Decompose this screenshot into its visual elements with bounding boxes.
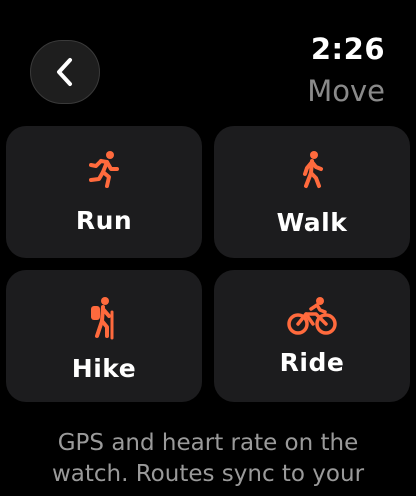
walking-figure-icon bbox=[303, 151, 323, 188]
back-button[interactable] bbox=[30, 40, 100, 104]
page-title: Move bbox=[307, 74, 385, 108]
cycling-figure-icon bbox=[287, 297, 337, 335]
tile-label: Hike bbox=[71, 354, 137, 383]
tile-label: Walk bbox=[276, 208, 348, 237]
description-text: GPS and heart rate on the watch. Routes … bbox=[0, 428, 416, 490]
chevron-left-icon bbox=[57, 58, 72, 86]
tile-label: Run bbox=[75, 206, 133, 235]
run-tile[interactable]: Run bbox=[6, 126, 202, 258]
hiking-figure-icon bbox=[91, 297, 114, 340]
clock-time: 2:26 bbox=[310, 32, 385, 66]
walk-tile[interactable]: Walk bbox=[214, 126, 410, 258]
ride-tile[interactable]: Ride bbox=[214, 270, 410, 402]
description-line: watch. Routes sync to your bbox=[51, 461, 365, 487]
hike-tile[interactable]: Hike bbox=[6, 270, 202, 402]
running-figure-icon bbox=[89, 151, 119, 188]
description-line: GPS and heart rate on the bbox=[57, 430, 359, 456]
tile-label: Ride bbox=[279, 348, 345, 377]
